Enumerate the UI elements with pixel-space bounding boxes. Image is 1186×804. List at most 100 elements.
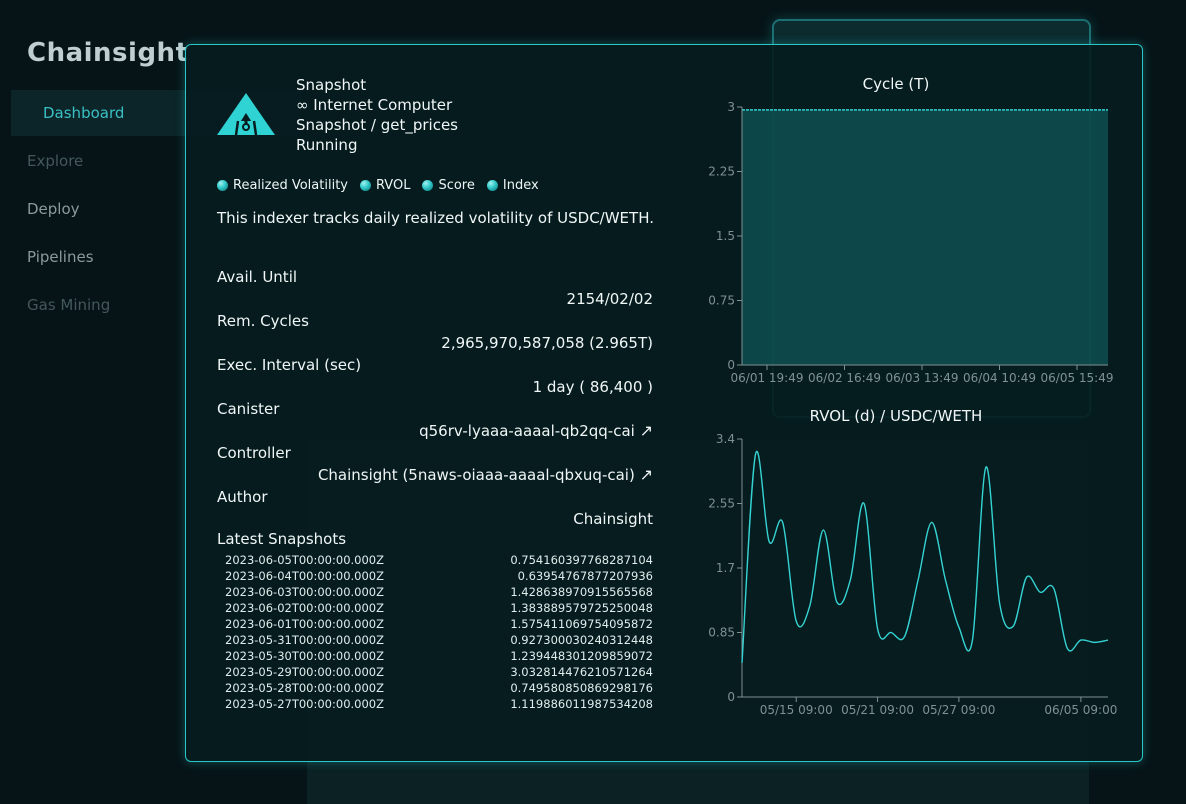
info-canister: Canister q56rv-lyaaa-aaaal-qb2qq-cai ↗ [217, 398, 653, 442]
external-link-icon: ↗ [639, 465, 653, 484]
y-tick-label: 3 [727, 100, 735, 114]
tag-label: RVOL [375, 178, 411, 193]
cycle-area [742, 109, 1108, 365]
snapshot-value: 0.927300030240312448 [510, 633, 653, 647]
component-path: Snapshot / get_prices [296, 116, 458, 134]
info-remaining-cycles: Rem. Cycles 2,965,970,587,058 (2.965T) [217, 310, 653, 354]
snapshot-value: 0.749580850869298176 [510, 681, 653, 695]
snapshot-value: 3.032814476210571264 [510, 665, 653, 679]
info-avail-until: Avail. Until 2154/02/02 [217, 266, 653, 310]
component-type: Snapshot [296, 76, 367, 94]
info-value: 2,965,970,587,058 (2.965T) [441, 334, 653, 352]
info-label: Author [217, 488, 268, 506]
info-label: Controller [217, 444, 291, 462]
snapshot-timestamp: 2023-05-27T00:00:00.000Z [225, 697, 384, 711]
y-tick-label: 0.85 [708, 626, 735, 640]
list-item: 2023-05-31T00:00:00.000Z 0.92730003024031… [225, 632, 653, 648]
info-label: Avail. Until [217, 268, 298, 286]
snapshot-value: 1.383889579725250048 [510, 601, 653, 615]
snapshot-timestamp: 2023-06-02T00:00:00.000Z [225, 601, 384, 615]
network-name: ∞ Internet Computer [296, 96, 453, 114]
status-text: Running [296, 136, 358, 154]
snapshot-value: 1.119886011987534208 [510, 697, 653, 711]
controller-id: Chainsight (5naws-oiaaa-aaaal-qbxuq-cai) [317, 466, 635, 484]
x-tick-label: 05/27 09:00 [922, 703, 995, 717]
external-link-icon: ↗ [639, 421, 653, 440]
snapshot-value: 1.239448301209859072 [510, 649, 653, 663]
tag[interactable]: Index [486, 178, 539, 193]
x-tick-label: 06/01 19:49 [731, 371, 804, 385]
canister-id: q56rv-lyaaa-aaaal-qb2qq-cai [419, 422, 635, 440]
tag-label: Score [438, 178, 475, 193]
snapshot-timestamp: 2023-06-04T00:00:00.000Z [225, 569, 384, 583]
x-tick-label: 06/05 15:49 [1041, 371, 1114, 385]
y-tick-label: 0 [727, 690, 735, 704]
tag-dot-icon [359, 180, 371, 191]
list-item: 2023-06-02T00:00:00.000Z 1.38388957972525… [225, 600, 653, 616]
info-value: 2154/02/02 [566, 290, 653, 308]
rvol-chart: 0 0.85 1.7 2.55 3.4 05/15 09:00 05/21 09:00 05/… [708, 432, 1117, 717]
snapshot-timestamp: 2023-05-30T00:00:00.000Z [225, 649, 384, 663]
snapshot-value: 1.575411069754095872 [510, 617, 653, 631]
x-tick-label: 05/21 09:00 [841, 703, 914, 717]
info-author: Author Chainsight [217, 486, 653, 530]
list-item: 2023-06-04T00:00:00.000Z 0.63954767877207… [225, 568, 653, 584]
info-controller: Controller Chainsight (5naws-oiaaa-aaaal… [217, 442, 653, 486]
tag-label: Realized Volatility [233, 178, 348, 193]
tag[interactable]: Score [422, 178, 475, 193]
y-tick-label: 1.5 [716, 229, 735, 243]
snapshot-timestamp: 2023-05-28T00:00:00.000Z [225, 681, 384, 695]
tag-dot-icon [486, 180, 498, 191]
info-exec-interval: Exec. Interval (sec) 1 day ( 86,400 ) [217, 354, 653, 398]
snapshot-list: 2023-06-05T00:00:00.000Z 0.75416039776828… [225, 552, 653, 712]
y-tick-label: 2.55 [708, 497, 735, 511]
x-tick-label: 06/04 10:49 [963, 371, 1036, 385]
list-item: 2023-05-27T00:00:00.000Z 1.11988601198753… [225, 696, 653, 712]
info-value: 1 day ( 86,400 ) [532, 378, 653, 396]
info-label: Exec. Interval (sec) [217, 356, 362, 374]
cycle-chart-title: Cycle (T) [862, 75, 930, 93]
snapshot-timestamp: 2023-06-03T00:00:00.000Z [225, 585, 384, 599]
snapshot-timestamp: 2023-05-29T00:00:00.000Z [225, 665, 384, 679]
list-item: 2023-05-28T00:00:00.000Z 0.74958085086929… [225, 680, 653, 696]
snapshot-timestamp: 2023-06-05T00:00:00.000Z [225, 553, 384, 567]
y-tick-label: 1.7 [716, 561, 735, 575]
info-label: Rem. Cycles [217, 312, 309, 330]
brand-logo[interactable]: Chainsight [27, 38, 189, 68]
snapshot-timestamp: 2023-05-31T00:00:00.000Z [225, 633, 384, 647]
tag[interactable]: RVOL [359, 178, 411, 193]
snapshot-value: 0.63954767877207936 [517, 569, 653, 583]
tag-dot-icon [217, 180, 228, 191]
controller-link[interactable]: Chainsight (5naws-oiaaa-aaaal-qbxuq-cai)… [217, 464, 653, 486]
modal-header: Snapshot ∞ Internet Computer Snapshot / … [296, 75, 458, 155]
indexer-detail-modal: Snapshot ∞ Internet Computer Snapshot / … [185, 44, 1143, 762]
rvol-line [741, 450, 1109, 663]
y-tick-label: 3.4 [716, 432, 735, 446]
info-label: Canister [217, 400, 280, 418]
cycle-chart: 0 0.75 1.5 2.25 3 06/01 19:49 06/02 16:49 06/03… [708, 100, 1114, 385]
info-value: Chainsight [573, 510, 653, 528]
list-item: 2023-05-29T00:00:00.000Z 3.03281447621057… [225, 664, 653, 680]
x-tick-label: 06/03 13:49 [886, 371, 959, 385]
y-tick-label: 2.25 [708, 165, 735, 179]
canister-link[interactable]: q56rv-lyaaa-aaaal-qb2qq-cai ↗ [217, 420, 653, 442]
snapshot-value: 1.428638970915565568 [510, 585, 653, 599]
tag-label: Index [502, 178, 539, 193]
x-tick-label: 06/05 09:00 [1044, 703, 1117, 717]
x-tick-label: 05/15 09:00 [760, 703, 833, 717]
tag-dot-icon [422, 180, 434, 191]
chainsight-logo-icon [217, 93, 275, 136]
description: This indexer tracks daily realized volat… [217, 209, 654, 227]
list-item: 2023-06-03T00:00:00.000Z 1.42863897091556… [225, 584, 653, 600]
tag[interactable]: Realized Volatility [217, 178, 348, 193]
list-item: 2023-06-05T00:00:00.000Z 0.75416039776828… [225, 552, 653, 568]
list-item: 2023-06-01T00:00:00.000Z 1.57541106975409… [225, 616, 653, 632]
tag-list: Realized Volatility RVOL Score Index [217, 178, 539, 193]
latest-snapshots-title: Latest Snapshots [217, 530, 347, 548]
y-tick-label: 0.75 [708, 294, 735, 308]
rvol-chart-title: RVOL (d) / USDC/WETH [809, 407, 983, 425]
x-tick-label: 06/02 16:49 [808, 371, 881, 385]
snapshot-value: 0.754160397768287104 [510, 553, 653, 567]
snapshot-timestamp: 2023-06-01T00:00:00.000Z [225, 617, 384, 631]
y-tick-label: 0 [727, 358, 735, 372]
